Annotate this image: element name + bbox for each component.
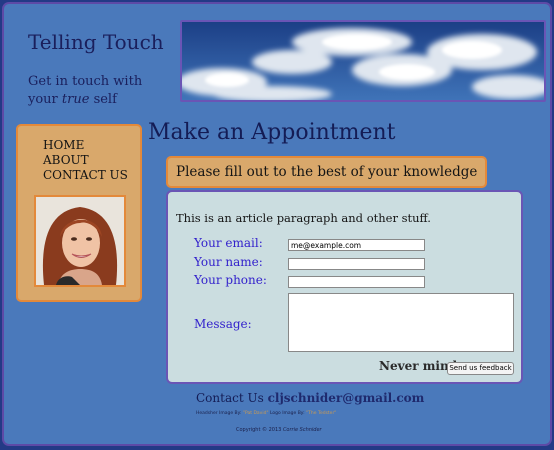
tagline-line-1: Get in touch with — [28, 74, 143, 89]
message-label: Message: — [194, 317, 252, 331]
credit-header-link[interactable]: "Pat David" — [243, 411, 269, 416]
credit-header-prefix: Headsher Image By: — [196, 411, 242, 416]
contact-prefix: Contact Us — [196, 391, 264, 405]
image-credits: Headsher Image By: "Pat David" Logo Imag… — [196, 411, 336, 416]
nav-item-about[interactable]: ABOUT — [43, 153, 89, 167]
credit-logo-link[interactable]: "The Tedster" — [306, 411, 336, 416]
copyright-owner: Corrie Schnider — [282, 427, 322, 433]
tagline-line-2: your true self — [28, 91, 142, 109]
email-label: Your email: — [194, 236, 263, 250]
page-frame: Telling Touch Get in touch with your tru… — [2, 2, 552, 446]
send-feedback-button[interactable]: Send us feedback — [447, 362, 514, 375]
tagline: Get in touch with your true self — [28, 73, 142, 109]
phone-field[interactable] — [288, 276, 425, 288]
appointment-form: This is an article paragraph and other s… — [166, 190, 523, 384]
tagline-prefix: your — [28, 92, 58, 107]
subheading-box: Please fill out to the best of your know… — [166, 156, 487, 188]
intro-paragraph: This is an article paragraph and other s… — [176, 211, 431, 225]
message-field[interactable] — [288, 293, 514, 352]
sidebar: HOME ABOUT CONTACT US — [16, 124, 142, 302]
never-mind-button[interactable]: Never mind — [379, 359, 457, 373]
contact-line: Contact Us cljschnider@gmail.com — [196, 391, 424, 405]
phone-label: Your phone: — [194, 273, 267, 287]
nav-item-contact-us[interactable]: CONTACT US — [43, 168, 128, 182]
credit-logo-prefix: Logo Image By: — [269, 411, 305, 416]
woman-portrait-avatar — [34, 195, 126, 287]
tagline-emphasis: true — [61, 92, 90, 107]
site-title: Telling Touch — [28, 30, 164, 54]
nav-item-home[interactable]: HOME — [43, 138, 84, 152]
page-title: Make an Appointment — [148, 120, 396, 145]
contact-email-link[interactable]: cljschnider@gmail.com — [268, 391, 425, 405]
name-label: Your name: — [194, 255, 263, 269]
name-field[interactable] — [288, 258, 425, 270]
email-field[interactable] — [288, 239, 425, 251]
subheading: Please fill out to the best of your know… — [176, 164, 478, 180]
tagline-suffix: self — [93, 92, 117, 107]
copyright: Copyright © 2013 Corrie Schnider — [236, 427, 322, 433]
copyright-prefix: Copyright © 2013 — [236, 427, 282, 433]
sky-clouds-image — [180, 20, 546, 102]
